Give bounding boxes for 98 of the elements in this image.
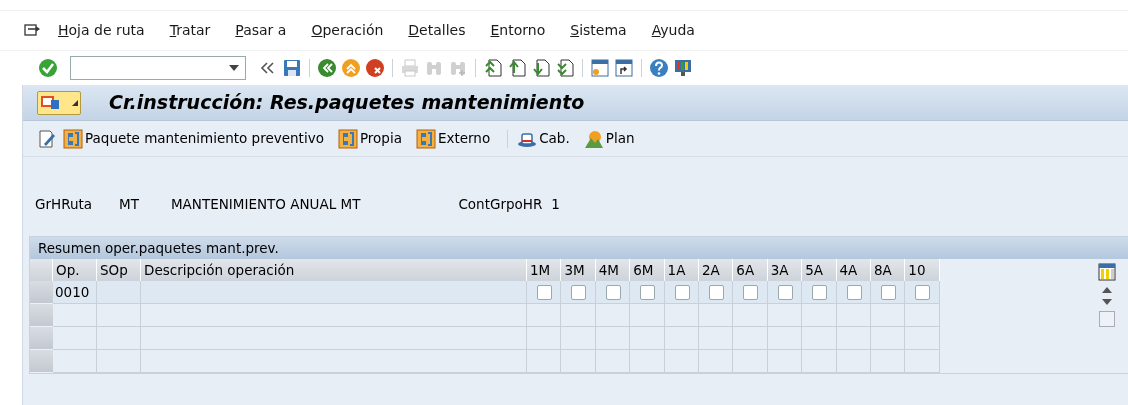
column-header[interactable]: 5A <box>802 259 837 282</box>
menu-item[interactable]: Ayuda <box>651 20 695 41</box>
checkbox[interactable] <box>812 284 828 300</box>
monitor-icon[interactable] <box>673 58 693 78</box>
column-settings-icon[interactable] <box>1098 263 1116 282</box>
table-cell <box>97 327 141 351</box>
scroll-up-icon[interactable] <box>1102 287 1112 294</box>
toolbar-button[interactable]: Plan <box>583 128 643 149</box>
select-all-cell[interactable] <box>30 259 53 282</box>
table-cell <box>698 327 734 351</box>
cancel-icon[interactable] <box>365 58 385 78</box>
edit-icon[interactable] <box>37 128 57 149</box>
table-title: Resumen oper.paquetes mant.prev. <box>30 237 1128 260</box>
column-header[interactable]: 3A <box>767 259 803 282</box>
scroll-thumb[interactable] <box>1099 311 1115 328</box>
checkbox[interactable] <box>605 284 621 300</box>
column-header[interactable]: SOp <box>97 259 141 282</box>
save-icon[interactable] <box>282 58 302 78</box>
column-header[interactable]: Op. <box>53 259 97 282</box>
toolbar-button[interactable]: Cab. <box>517 128 578 149</box>
column-header[interactable]: 3M <box>561 259 596 282</box>
command-field[interactable] <box>70 56 246 80</box>
column-header[interactable]: 8A <box>870 259 906 282</box>
first-page-icon[interactable] <box>483 58 503 78</box>
package-icon <box>63 128 83 149</box>
toolbar-button[interactable]: Externo <box>415 128 499 149</box>
enter-icon[interactable] <box>38 58 58 78</box>
help-icon[interactable] <box>649 58 669 78</box>
checkbox[interactable] <box>674 284 690 300</box>
menu-item[interactable]: Detalles <box>408 20 466 41</box>
menu-item[interactable]: Hoja de ruta <box>58 20 145 41</box>
column-header[interactable]: 4A <box>836 259 871 282</box>
checkbox[interactable] <box>640 284 656 300</box>
new-window-icon[interactable] <box>590 58 610 78</box>
field-label: GrHRuta <box>35 195 93 214</box>
column-header[interactable]: 1A <box>664 259 699 282</box>
menu-item[interactable]: Tratar <box>169 20 211 41</box>
row-selector[interactable] <box>30 350 53 374</box>
table-cell <box>905 327 940 351</box>
column-header[interactable]: 4M <box>595 259 631 282</box>
shortcut-window-icon[interactable] <box>614 58 634 78</box>
checkbox[interactable] <box>915 284 931 300</box>
row-selector[interactable] <box>30 281 53 305</box>
transaction-icon <box>40 93 62 112</box>
column-header[interactable]: 10 <box>905 259 940 282</box>
dropdown-caret-icon[interactable] <box>229 65 239 71</box>
menu-item[interactable]: Entorno <box>490 20 546 41</box>
column-header[interactable]: 1M <box>527 259 562 282</box>
table-cell <box>836 327 871 351</box>
table-cell <box>527 327 562 351</box>
transaction-menu-button[interactable] <box>37 90 81 115</box>
table-cell <box>767 327 803 351</box>
field-value: 1 <box>551 195 560 214</box>
table-cell <box>53 304 97 328</box>
exit-icon[interactable] <box>341 58 361 78</box>
table-cell: 0010 <box>53 281 97 305</box>
mountains-icon <box>583 128 604 149</box>
toolbar-button[interactable]: Paquete mantenimiento preventivo <box>63 128 332 149</box>
toolbar-button[interactable]: Propia <box>337 128 410 149</box>
table-cell <box>53 327 97 351</box>
next-page-icon[interactable] <box>531 58 551 78</box>
package-icon <box>337 128 358 149</box>
checkbox[interactable] <box>571 284 587 300</box>
row-selector[interactable] <box>30 304 53 328</box>
field-value: MT <box>119 195 139 214</box>
screen-title: Cr.instrucción: Res.paquetes mantenimiento <box>109 90 585 116</box>
previous-page-icon[interactable] <box>507 58 527 78</box>
table-cell <box>595 327 631 351</box>
table-cell <box>733 327 768 351</box>
menu-item[interactable]: Sistema <box>570 20 627 41</box>
last-page-icon[interactable] <box>555 58 575 78</box>
table-cell <box>97 281 141 305</box>
column-header[interactable]: 2A <box>698 259 734 282</box>
checkbox[interactable] <box>537 284 552 300</box>
back-icon[interactable] <box>317 58 337 78</box>
field-label: ContGrpoHR <box>458 195 543 214</box>
row-selector[interactable] <box>30 327 53 351</box>
column-header[interactable]: Descripción operación <box>141 259 527 282</box>
table-cell <box>664 327 699 351</box>
scroll-down-icon[interactable] <box>1102 299 1112 306</box>
table-cell <box>802 327 837 351</box>
checkbox[interactable] <box>777 284 793 300</box>
menu-icon[interactable] <box>24 23 40 38</box>
menu-item[interactable]: Pasar a <box>235 20 287 41</box>
column-header[interactable]: 6M <box>630 259 665 282</box>
table-cell <box>630 327 665 351</box>
checkbox[interactable] <box>880 284 896 300</box>
checkbox[interactable] <box>846 284 862 300</box>
table-cell <box>561 327 596 351</box>
field-value: MANTENIMIENTO ANUAL MT <box>170 195 361 214</box>
table-cell <box>97 304 141 328</box>
column-header[interactable]: 6A <box>733 259 768 282</box>
package-icon <box>415 128 436 149</box>
table-cell <box>870 327 906 351</box>
menu-item[interactable]: Operación <box>311 20 384 41</box>
corner-arrow-icon <box>72 99 78 106</box>
checkbox[interactable] <box>743 284 759 300</box>
checkbox[interactable] <box>708 284 724 300</box>
